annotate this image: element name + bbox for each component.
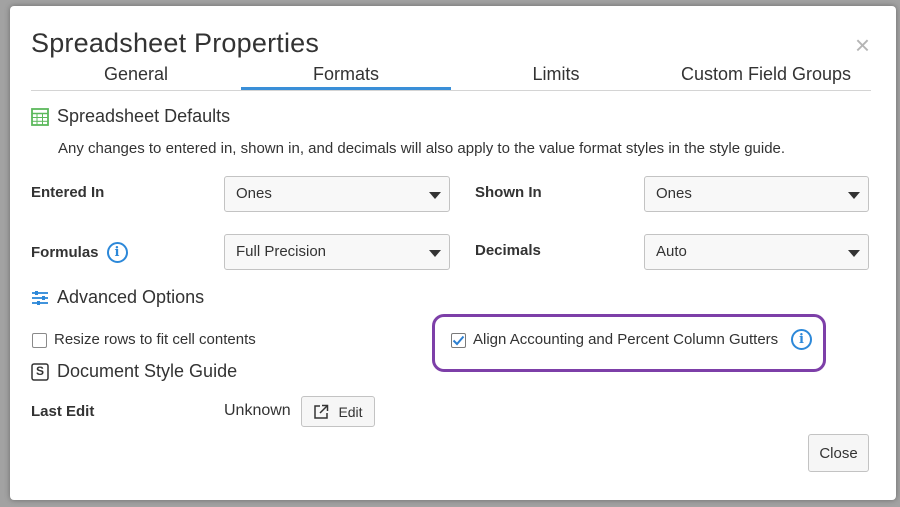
shown-in-value: Ones (656, 185, 692, 202)
spreadsheet-properties-dialog: Spreadsheet Properties × General Formats… (10, 6, 896, 500)
tab-limits[interactable]: Limits (451, 64, 661, 90)
entered-in-value: Ones (236, 185, 272, 202)
external-link-icon (314, 404, 329, 419)
resize-rows-checkbox[interactable] (32, 333, 47, 348)
decimals-label: Decimals (475, 242, 541, 259)
edit-button-label: Edit (338, 403, 363, 420)
formulas-label: Formulas (31, 244, 99, 261)
advanced-options-heading: Advanced Options (31, 287, 204, 308)
entered-in-select[interactable]: Ones (224, 176, 450, 212)
info-icon[interactable]: i (106, 242, 128, 263)
checkmark-icon (452, 335, 465, 346)
close-icon[interactable]: × (855, 32, 870, 58)
dialog-title: Spreadsheet Properties (31, 28, 320, 58)
spreadsheet-defaults-heading: Spreadsheet Defaults (31, 106, 230, 127)
formulas-select[interactable]: Full Precision (224, 234, 450, 270)
advanced-options-title: Advanced Options (57, 287, 205, 307)
chevron-down-icon (848, 192, 860, 199)
defaults-description: Any changes to entered in, shown in, and… (58, 140, 786, 157)
style-guide-icon-letter: S (36, 363, 45, 378)
style-guide-icon: S (31, 362, 49, 381)
last-edit-label: Last Edit (31, 403, 95, 420)
spreadsheet-defaults-title: Spreadsheet Defaults (57, 106, 231, 126)
chevron-down-icon (429, 250, 441, 257)
last-edit-value: Unknown (224, 402, 291, 419)
tab-custom-field-groups[interactable]: Custom Field Groups (661, 64, 871, 90)
align-gutters-checkbox[interactable] (451, 333, 466, 348)
spreadsheet-grid-icon (31, 107, 49, 126)
tab-formats[interactable]: Formats (241, 64, 451, 90)
formulas-label-group: Formulas i (31, 242, 128, 263)
align-gutters-label: Align Accounting and Percent Column Gutt… (473, 331, 779, 348)
decimals-value: Auto (656, 243, 687, 260)
tab-general[interactable]: General (31, 64, 241, 90)
document-style-guide-title: Document Style Guide (57, 361, 238, 381)
info-icon[interactable]: i (791, 329, 812, 350)
tab-bar: General Formats Limits Custom Field Grou… (31, 64, 871, 91)
sliders-icon (31, 290, 49, 306)
close-button[interactable]: Close (808, 434, 869, 472)
resize-rows-label: Resize rows to fit cell contents (54, 331, 256, 348)
shown-in-select[interactable]: Ones (644, 176, 869, 212)
chevron-down-icon (429, 192, 441, 199)
document-style-guide-heading: S Document Style Guide (31, 361, 237, 382)
formulas-value: Full Precision (236, 243, 327, 260)
edit-button[interactable]: Edit (301, 396, 375, 427)
entered-in-label: Entered In (31, 184, 105, 201)
chevron-down-icon (848, 250, 860, 257)
shown-in-label: Shown In (475, 184, 542, 201)
decimals-select[interactable]: Auto (644, 234, 869, 270)
